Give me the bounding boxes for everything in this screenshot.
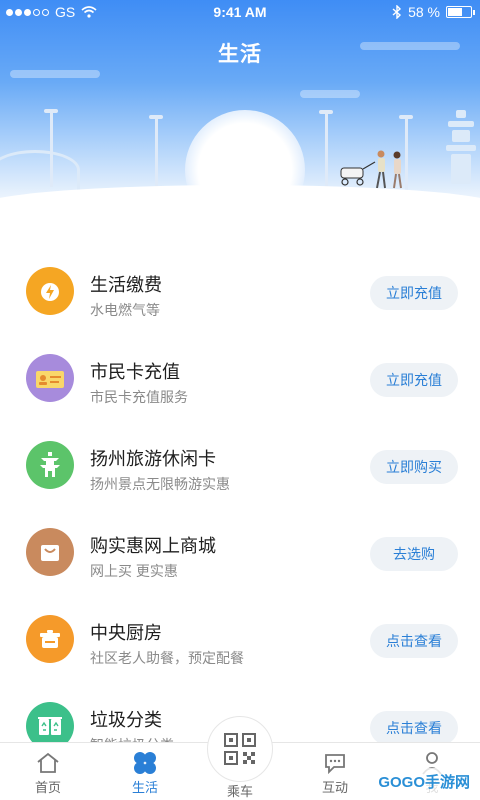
page-title: 生活 xyxy=(218,43,262,66)
view-button[interactable]: 点击查看 xyxy=(370,624,458,658)
chat-bubble-icon xyxy=(300,749,370,777)
item-title: 扬州旅游休闲卡 xyxy=(90,449,216,469)
shopping-bag-icon xyxy=(26,528,74,576)
item-title: 购实惠网上商城 xyxy=(90,536,216,556)
recharge-button[interactable]: 立即充值 xyxy=(370,276,458,310)
tab-life[interactable]: 生活 xyxy=(110,749,180,799)
qr-scan-button[interactable] xyxy=(207,716,273,782)
status-right: 58 % xyxy=(392,4,475,20)
street-lamp xyxy=(319,110,333,193)
list-item-online-mall[interactable]: 购实惠网上商城 网上买 更实惠 去选购 xyxy=(0,507,480,594)
tab-label: 生活 xyxy=(131,780,158,795)
battery-icon xyxy=(446,6,475,18)
item-subtitle: 扬州景点无限畅游实惠 xyxy=(90,476,230,492)
item-subtitle: 水电燃气等 xyxy=(90,302,160,318)
list-item-citizen-card[interactable]: 市民卡充值 市民卡充值服务 立即充值 xyxy=(0,333,480,420)
item-title: 市民卡充值 xyxy=(90,362,180,382)
item-subtitle: 网上买 更实惠 xyxy=(90,563,178,579)
cloud xyxy=(300,90,360,98)
ground-illustration xyxy=(0,185,480,235)
four-leaf-icon xyxy=(110,749,180,777)
tab-label: 首页 xyxy=(34,780,61,795)
go-shopping-button[interactable]: 去选购 xyxy=(370,537,458,571)
recharge-button[interactable]: 立即充值 xyxy=(370,363,458,397)
view-button[interactable]: 点击查看 xyxy=(370,711,458,745)
bridge-illustration xyxy=(0,150,80,190)
bolt-icon xyxy=(26,267,74,315)
street-lamp xyxy=(149,115,163,188)
list-item-utility-payment[interactable]: 生活缴费 水电燃气等 立即充值 xyxy=(0,246,480,333)
home-icon xyxy=(13,749,83,777)
tab-label-ride[interactable]: 乘车 xyxy=(207,781,273,800)
pagoda-illustration xyxy=(446,110,476,185)
buy-now-button[interactable]: 立即购买 xyxy=(370,450,458,484)
hero-banner: GS 9:41 AM 58 % 生活 xyxy=(0,0,480,235)
family-stroller-illustration xyxy=(340,150,402,189)
tab-interact[interactable]: 互动 xyxy=(300,749,370,799)
list-item-travel-card[interactable]: 扬州旅游休闲卡 扬州景点无限畅游实惠 立即购买 xyxy=(0,420,480,507)
item-title: 生活缴费 xyxy=(90,275,162,295)
item-title: 垃圾分类 xyxy=(90,710,162,730)
bluetooth-icon xyxy=(392,5,402,19)
cloud xyxy=(10,70,100,78)
battery-percent: 58 % xyxy=(408,4,440,20)
id-card-icon xyxy=(26,354,74,402)
street-lamp xyxy=(44,109,58,187)
pot-icon xyxy=(26,615,74,663)
item-title: 中央厨房 xyxy=(90,623,162,643)
item-subtitle: 市民卡充值服务 xyxy=(90,389,188,405)
pagoda-icon xyxy=(26,441,74,489)
tab-label: 互动 xyxy=(321,780,348,795)
tab-home[interactable]: 首页 xyxy=(13,749,83,799)
list-item-central-kitchen[interactable]: 中央厨房 社区老人助餐，预定配餐 点击查看 xyxy=(0,594,480,681)
item-subtitle: 社区老人助餐，预定配餐 xyxy=(90,650,244,666)
status-bar: GS 9:41 AM 58 % xyxy=(0,0,480,26)
qr-code-icon xyxy=(224,733,256,765)
watermark: GOGO手游网 xyxy=(372,768,476,794)
